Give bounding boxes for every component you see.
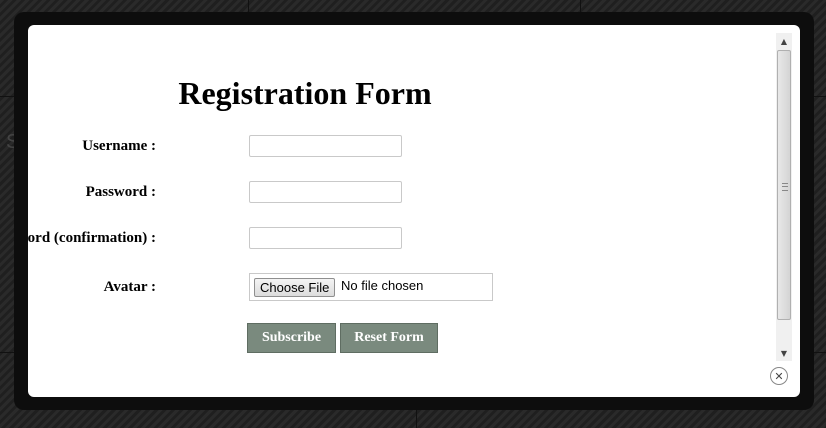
choose-file-button[interactable]: Choose File [254, 278, 336, 297]
password-confirmation-label: Password (confirmation) : [28, 230, 156, 246]
username-input[interactable] [249, 135, 402, 157]
close-icon[interactable]: ✕ [770, 367, 788, 385]
password-confirmation-row: Password (confirmation) : [28, 227, 728, 253]
reset-form-button[interactable]: Reset Form [340, 323, 438, 353]
subscribe-button[interactable]: Subscribe [247, 323, 336, 353]
avatar-row: Avatar : Choose File No file chosen [28, 273, 728, 301]
scrollbar-thumb[interactable] [777, 50, 791, 320]
username-label: Username : [82, 138, 156, 154]
avatar-label: Avatar : [103, 279, 156, 295]
vertical-scrollbar[interactable]: ▲ ▼ [776, 33, 792, 361]
chevron-down-icon[interactable]: ▼ [776, 345, 792, 361]
password-confirmation-input[interactable] [249, 227, 402, 249]
password-label: Password : [85, 184, 156, 200]
avatar-file-input[interactable]: Choose File No file chosen [249, 273, 493, 301]
username-row: Username : [28, 135, 728, 161]
password-input[interactable] [249, 181, 402, 203]
password-row: Password : [28, 181, 728, 207]
grip-icon [782, 183, 788, 191]
chevron-up-icon[interactable]: ▲ [776, 33, 792, 49]
file-status-text: No file chosen [341, 278, 424, 293]
form-title: Registration Form [178, 75, 432, 111]
registration-modal: Registration Form Username : Password : … [28, 25, 800, 397]
